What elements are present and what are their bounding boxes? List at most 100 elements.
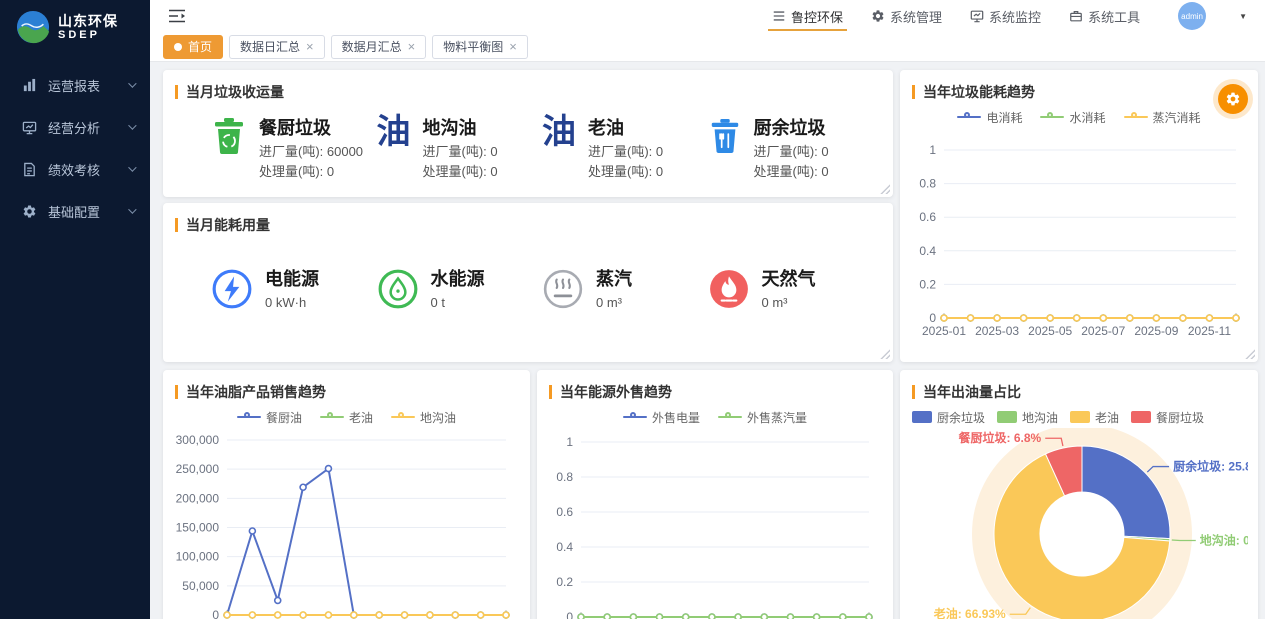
svg-text:2025-11: 2025-11 xyxy=(1188,324,1231,338)
stat-name: 地沟油 xyxy=(423,114,498,140)
main-area: 鲁控环保 系统管理 系统监控 系统工具 admin ▼ xyxy=(150,0,1265,619)
nav-item-label: 系统监控 xyxy=(989,7,1041,26)
tab-home[interactable]: 首页 xyxy=(163,35,223,59)
stat-processed: 处理量(吨): 0 xyxy=(754,162,829,182)
svg-text:0.8: 0.8 xyxy=(556,470,573,484)
stat-name: 天然气 xyxy=(762,265,816,291)
legend-item[interactable]: 外售电量 xyxy=(623,409,700,426)
sidebar-menu: 运营报表 经营分析 绩效考核 基础配置 xyxy=(0,64,150,232)
nav-item-system-tools[interactable]: 系统工具 xyxy=(1069,0,1140,32)
sidebar: 山东环保 SDEP 运营报表 经营分析 绩效考核 基础配置 xyxy=(0,0,150,619)
gear-icon xyxy=(1225,91,1241,107)
tab-material-balance[interactable]: 物料平衡图 × xyxy=(432,35,528,59)
legend-item[interactable]: 蒸汽消耗 xyxy=(1124,109,1201,126)
energy-trend-line-chart[interactable]: 00.20.40.60.812025-012025-032025-052025-… xyxy=(900,128,1258,351)
stat-name: 蒸汽 xyxy=(596,265,632,291)
sidebar-item-operation-reports[interactable]: 运营报表 xyxy=(0,64,150,106)
nav-item-system-management[interactable]: 系统管理 xyxy=(871,0,942,32)
legend-item[interactable]: 地沟油 xyxy=(997,409,1058,426)
stat-intake: 进厂量(吨): 0 xyxy=(588,142,663,162)
gear-icon xyxy=(871,9,885,23)
svg-text:0.6: 0.6 xyxy=(556,505,573,519)
top-header: 鲁控环保 系统管理 系统监控 系统工具 admin ▼ xyxy=(150,0,1265,32)
legend-item[interactable]: 厨余垃圾 xyxy=(912,409,985,426)
legend-item[interactable]: 水消耗 xyxy=(1040,109,1105,126)
resize-handle[interactable] xyxy=(880,184,890,194)
dashboard-content: 当月垃圾收运量 餐厨垃圾 进厂量(吨): 60000 处理量(吨): 0 xyxy=(150,62,1265,619)
chevron-down-icon xyxy=(128,163,136,171)
close-icon[interactable]: × xyxy=(408,40,416,53)
nav-item-lukong-env[interactable]: 鲁控环保 xyxy=(772,0,843,32)
header-nav: 鲁控环保 系统管理 系统监控 系统工具 admin ▼ xyxy=(772,0,1247,32)
monitor-icon xyxy=(970,9,984,23)
legend-item[interactable]: 老油 xyxy=(320,409,373,426)
card-title: 当年出油量占比 xyxy=(923,382,1021,402)
sidebar-item-basic-config[interactable]: 基础配置 xyxy=(0,190,150,232)
svg-text:100,000: 100,000 xyxy=(176,550,220,564)
stat-name: 厨余垃圾 xyxy=(754,114,829,140)
resize-handle[interactable] xyxy=(880,349,890,359)
tab-daily-summary[interactable]: 数据日汇总 × xyxy=(229,35,325,59)
legend-line-marker-icon xyxy=(320,416,344,418)
app-logo: 山东环保 SDEP xyxy=(0,0,150,56)
stat-intake: 进厂量(吨): 60000 xyxy=(259,142,363,162)
user-avatar[interactable]: admin xyxy=(1178,2,1206,30)
legend-swatch-icon xyxy=(1070,411,1090,423)
legend-item[interactable]: 餐厨垃圾 xyxy=(1131,409,1204,426)
legend-item[interactable]: 外售蒸汽量 xyxy=(718,409,807,426)
blue-trash-cutlery-icon xyxy=(708,114,742,156)
user-menu-caret-icon[interactable]: ▼ xyxy=(1239,12,1247,21)
svg-text:50,000: 50,000 xyxy=(182,579,219,593)
chart-legend: 电消耗 水消耗 蒸汽消耗 xyxy=(900,106,1258,128)
svg-text:1: 1 xyxy=(929,143,936,157)
water-drop-icon xyxy=(377,268,419,310)
svg-text:0.2: 0.2 xyxy=(556,575,573,589)
logo-subtitle: SDEP xyxy=(58,29,118,42)
stat-gutter-oil: 油 地沟油 进厂量(吨): 0 处理量(吨): 0 xyxy=(377,114,543,181)
tab-monthly-summary[interactable]: 数据月汇总 × xyxy=(331,35,427,59)
svg-text:2025-03: 2025-03 xyxy=(975,324,1019,338)
stat-intake: 进厂量(吨): 0 xyxy=(754,142,829,162)
svg-text:0.6: 0.6 xyxy=(919,210,936,224)
sidebar-item-label: 运营报表 xyxy=(48,76,100,95)
chart-legend: 外售电量 外售蒸汽量 xyxy=(537,406,893,428)
card-title: 当月垃圾收运量 xyxy=(186,82,284,102)
legend-swatch-icon xyxy=(912,411,932,423)
oil-output-donut-chart[interactable]: 厨余垃圾: 25.8...地沟油: 0....老油: 66.93%餐厨垃圾: 6… xyxy=(900,428,1258,619)
title-accent-bar xyxy=(912,385,915,399)
card-monthly-energy-usage: 当月能耗用量 电能源 0 kW·h xyxy=(163,203,893,362)
stat-electricity: 电能源 0 kW·h xyxy=(211,265,377,313)
legend-item[interactable]: 餐厨油 xyxy=(237,409,302,426)
title-accent-bar xyxy=(175,85,178,99)
stat-name: 老油 xyxy=(588,114,663,140)
stat-food-waste: 厨余垃圾 进厂量(吨): 0 处理量(吨): 0 xyxy=(708,114,874,181)
card-yearly-oil-output-share: 当年出油量占比 厨余垃圾地沟油老油餐厨垃圾 厨余垃圾: 25.8...地沟油: … xyxy=(900,370,1258,619)
svg-text:0: 0 xyxy=(929,311,936,325)
card-title: 当年能源外售趋势 xyxy=(560,382,672,402)
active-dot-icon xyxy=(174,43,182,51)
bar-chart-icon xyxy=(22,78,37,93)
nav-item-system-monitor[interactable]: 系统监控 xyxy=(970,0,1041,32)
sidebar-item-performance-review[interactable]: 绩效考核 xyxy=(0,148,150,190)
collapse-sidebar-icon[interactable] xyxy=(168,9,186,23)
gear-icon xyxy=(22,204,37,219)
oil-sales-line-chart[interactable]: 050,000100,000150,000200,000250,000300,0… xyxy=(163,428,530,619)
sidebar-item-business-analysis[interactable]: 经营分析 xyxy=(0,106,150,148)
legend-item[interactable]: 电消耗 xyxy=(957,109,1022,126)
title-accent-bar xyxy=(912,85,915,99)
legend-line-marker-icon xyxy=(391,416,415,418)
stat-natural-gas: 天然气 0 m³ xyxy=(708,265,874,313)
stat-value: 0 m³ xyxy=(596,293,632,313)
card-title: 当月能耗用量 xyxy=(186,215,270,235)
close-icon[interactable]: × xyxy=(509,40,517,53)
chart-settings-button[interactable] xyxy=(1218,84,1248,114)
card-title: 当年垃圾能耗趋势 xyxy=(923,82,1035,102)
stat-name: 水能源 xyxy=(431,265,485,291)
legend-swatch-icon xyxy=(1131,411,1151,423)
close-icon[interactable]: × xyxy=(306,40,314,53)
legend-item[interactable]: 地沟油 xyxy=(391,409,456,426)
chevron-down-icon xyxy=(128,205,136,213)
green-trash-recycle-icon xyxy=(211,114,247,156)
legend-item[interactable]: 老油 xyxy=(1070,409,1119,426)
energy-sales-line-chart[interactable]: 00.20.40.60.812025-012025-032025-052025-… xyxy=(537,428,893,619)
